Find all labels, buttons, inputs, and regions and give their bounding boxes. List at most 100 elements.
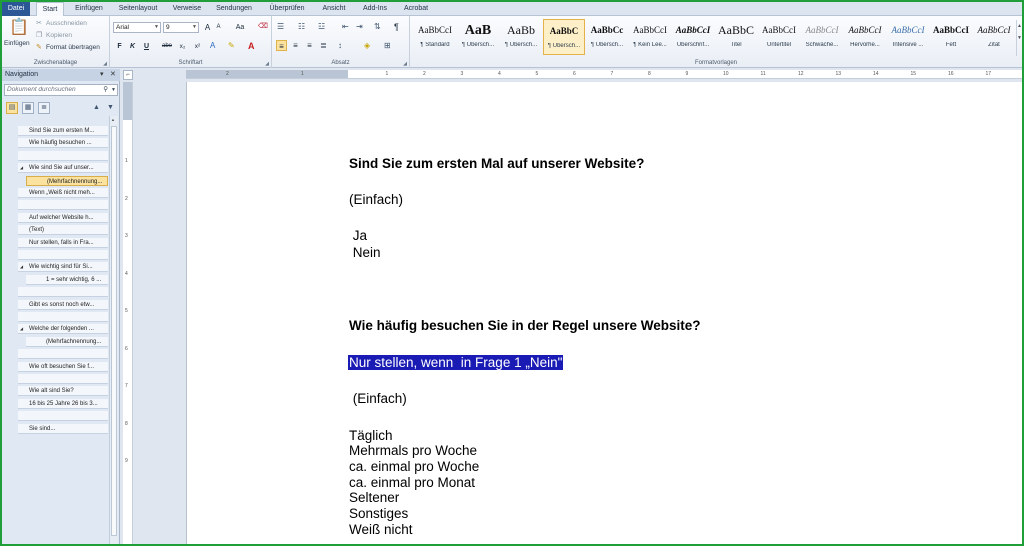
nav-heading-item[interactable]: Auf welcher Website h... bbox=[18, 212, 108, 223]
align-right-icon[interactable]: ≡ bbox=[304, 40, 315, 51]
paste-button[interactable]: Einfügen bbox=[4, 40, 30, 47]
nav-heading-item[interactable]: 16 bis 25 Jahre 26 bis 3... bbox=[18, 398, 108, 409]
align-center-icon[interactable]: ≡ bbox=[290, 40, 301, 51]
paste-icon[interactable]: 📋 bbox=[9, 19, 29, 37]
shading-icon[interactable]: ◈ bbox=[364, 41, 370, 51]
increase-indent-icon[interactable]: ⇥ bbox=[356, 22, 363, 32]
strikethrough-button[interactable]: abe bbox=[160, 41, 174, 52]
font-size-select[interactable]: 9 ▼ bbox=[163, 22, 199, 33]
tab-einfuegen[interactable]: Einfügen bbox=[70, 2, 108, 16]
borders-icon[interactable]: ⊞ bbox=[384, 41, 391, 51]
nav-heading-item[interactable] bbox=[18, 250, 108, 260]
multilevel-list-icon[interactable]: ☳ bbox=[318, 22, 325, 32]
shrink-font-button[interactable]: A bbox=[213, 22, 224, 33]
answer-option[interactable]: Sonstiges bbox=[349, 506, 408, 521]
clipboard-dialog-launcher-icon[interactable]: ◢ bbox=[103, 61, 107, 67]
style-tile[interactable]: AaBbC ¶ Übersch... bbox=[543, 19, 585, 55]
tab-ansicht[interactable]: Ansicht bbox=[316, 2, 352, 16]
nav-heading-item[interactable]: (Text) bbox=[18, 225, 108, 236]
nav-heading-item[interactable]: (Mehrfachnennung... bbox=[26, 336, 108, 347]
horizontal-ruler[interactable]: 21123456789101112131415161718 bbox=[186, 70, 1022, 79]
nav-heading-item[interactable] bbox=[18, 411, 108, 422]
nav-heading-item[interactable]: Welche der folgenden ... bbox=[18, 324, 108, 335]
highlight-color-icon[interactable]: ✎ bbox=[228, 41, 235, 51]
underline-button[interactable]: U bbox=[141, 41, 152, 52]
question-1-option-nein[interactable]: Nein bbox=[349, 245, 381, 260]
copy-icon[interactable]: ❐ bbox=[36, 31, 42, 41]
style-gallery-scroll[interactable]: ▲ ▼ bbox=[1016, 20, 1022, 56]
navigation-search-input[interactable]: Dokument durchsuchen ⚲ ▼ bbox=[4, 84, 118, 96]
pages-view-icon[interactable]: ▦ bbox=[22, 102, 34, 114]
style-tile[interactable]: AaBbCcI ¶ Standard bbox=[414, 19, 456, 55]
tab-add-ins[interactable]: Add-Ins bbox=[358, 2, 392, 16]
font-color-icon[interactable]: A bbox=[248, 41, 255, 51]
paragraph-dialog-launcher-icon[interactable]: ◢ bbox=[403, 61, 407, 67]
close-icon[interactable]: ✕ bbox=[110, 69, 116, 81]
nav-heading-item[interactable]: Sie sind... bbox=[18, 423, 108, 434]
sort-icon[interactable]: ⇅ bbox=[374, 22, 381, 32]
nav-heading-item[interactable]: Wie alt sind Sie? bbox=[18, 386, 108, 397]
tab-seitenlayout[interactable]: Seitenlayout bbox=[114, 2, 162, 16]
pane-options-icon[interactable]: ▾ bbox=[100, 69, 104, 81]
navigation-scrollbar[interactable]: ▲ bbox=[109, 116, 118, 544]
change-case-button[interactable]: Aa bbox=[232, 22, 248, 33]
nav-heading-item[interactable]: Sind Sie zum ersten M... bbox=[18, 126, 108, 136]
bold-button[interactable]: F bbox=[114, 41, 125, 52]
style-tile[interactable]: AaBbC Titel bbox=[715, 19, 757, 55]
copy-button[interactable]: Kopieren bbox=[46, 32, 72, 39]
style-tile[interactable]: AaBbCcI Überschrif... bbox=[672, 19, 714, 55]
next-heading-icon[interactable]: ▼ bbox=[107, 103, 114, 113]
grow-font-button[interactable]: A bbox=[202, 22, 213, 33]
tab-sendungen[interactable]: Sendungen bbox=[212, 2, 256, 16]
nav-heading-item[interactable]: 1 = sehr wichtig, 6 ... bbox=[26, 274, 108, 285]
style-tile[interactable]: AaBbCcI Schwache... bbox=[801, 19, 843, 55]
answer-option[interactable]: Weiß nicht bbox=[349, 522, 413, 537]
previous-heading-icon[interactable]: ▲ bbox=[93, 103, 100, 113]
numbering-icon[interactable]: ☷ bbox=[298, 22, 305, 32]
headings-view-icon[interactable]: ▤ bbox=[6, 102, 18, 114]
chevron-down-icon[interactable]: ▼ bbox=[111, 85, 116, 95]
style-tile[interactable]: AaBbCcI Intensive ... bbox=[887, 19, 929, 55]
justify-icon[interactable]: ≣ bbox=[318, 40, 329, 51]
clear-format-icon[interactable]: ⌫ bbox=[258, 22, 268, 32]
style-tile[interactable]: AaBbCcI Fett bbox=[930, 19, 972, 55]
tab-acrobat[interactable]: Acrobat bbox=[398, 2, 434, 16]
cut-icon[interactable]: ✂ bbox=[36, 19, 42, 29]
font-name-select[interactable]: Arial ▼ bbox=[113, 22, 161, 33]
document-page[interactable]: Sind Sie zum ersten Mal auf unserer Webs… bbox=[186, 82, 1022, 544]
style-tile[interactable]: AaBbCcI Hervorhe... bbox=[844, 19, 886, 55]
question-2-type[interactable]: (Einfach) bbox=[349, 391, 407, 406]
style-tile[interactable]: AaBbCcI ¶ Kein Lee... bbox=[629, 19, 671, 55]
answer-option[interactable]: Mehrmals pro Woche bbox=[349, 443, 477, 458]
text-effects-icon[interactable]: A bbox=[210, 41, 215, 51]
nav-heading-item[interactable] bbox=[18, 200, 108, 211]
vertical-ruler[interactable]: 1 2 3 4 5 6 7 8 9 bbox=[123, 82, 133, 544]
subscript-button[interactable]: x₂ bbox=[176, 41, 189, 52]
tab-verweise[interactable]: Verweise bbox=[168, 2, 206, 16]
question-2-heading[interactable]: Wie häufig besuchen Sie in der Regel uns… bbox=[349, 318, 700, 333]
nav-heading-item[interactable]: Wie wichtig sind für Si... bbox=[18, 262, 108, 273]
nav-heading-item[interactable]: Wenn „Weiß nicht meh... bbox=[18, 188, 108, 198]
nav-heading-item[interactable] bbox=[18, 374, 108, 384]
tab-datei[interactable]: Datei bbox=[2, 2, 30, 16]
cut-button[interactable]: Ausschneiden bbox=[46, 20, 87, 27]
scroll-up-icon[interactable]: ▲ bbox=[111, 117, 115, 122]
superscript-button[interactable]: x² bbox=[191, 41, 204, 52]
style-tile[interactable]: AaBbCc ¶ Übersch... bbox=[586, 19, 628, 55]
nav-heading-item[interactable]: Wie häufig besuchen ... bbox=[18, 138, 108, 149]
question-1-heading[interactable]: Sind Sie zum ersten Mal auf unserer Webs… bbox=[349, 156, 644, 171]
search-icon[interactable]: ⚲ bbox=[103, 85, 108, 95]
show-formatting-button[interactable]: ¶ bbox=[394, 22, 399, 32]
question-1-type[interactable]: (Einfach) bbox=[349, 192, 403, 207]
align-left-icon[interactable]: ≡ bbox=[276, 40, 287, 51]
italic-button[interactable]: K bbox=[127, 41, 138, 52]
nav-heading-item[interactable] bbox=[18, 150, 108, 161]
nav-heading-item[interactable]: Wie sind Sie auf unser... bbox=[18, 163, 108, 174]
tab-ueberpruefen[interactable]: Überprüfen bbox=[264, 2, 310, 16]
answer-option[interactable]: ca. einmal pro Woche bbox=[349, 459, 479, 474]
tab-start[interactable]: Start bbox=[36, 2, 64, 17]
style-tile[interactable]: AaBbCcI Zitat bbox=[973, 19, 1015, 55]
nav-heading-item[interactable]: Nur stellen, falls in Fra... bbox=[18, 237, 108, 248]
answer-option[interactable]: ca. einmal pro Monat bbox=[349, 475, 475, 490]
style-tile[interactable]: AaBbCcI Untertitel bbox=[758, 19, 800, 55]
